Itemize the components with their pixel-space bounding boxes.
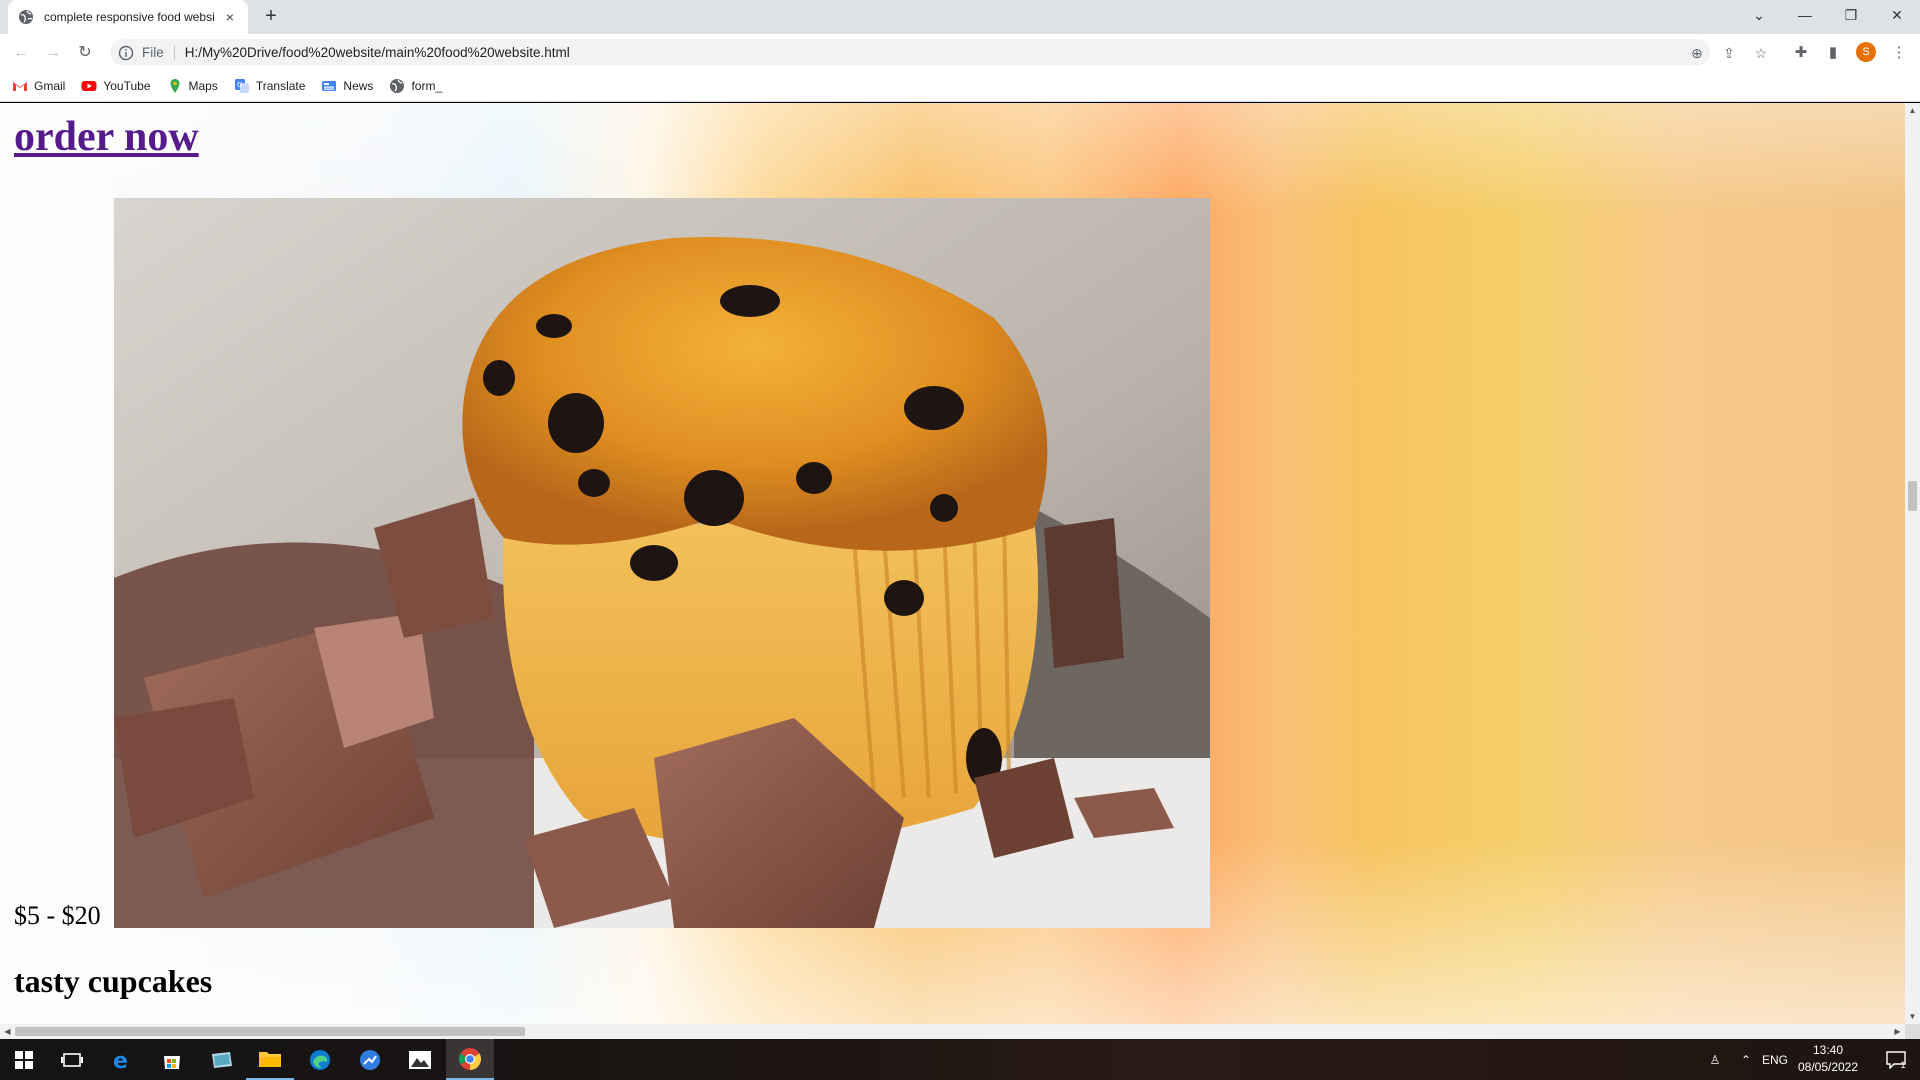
product-title: tasty cupcakes (14, 963, 213, 999)
bookmark-gmail[interactable]: Gmail (12, 78, 65, 94)
bookmark-label: News (343, 78, 374, 93)
bookmark-news[interactable]: News (321, 78, 373, 94)
store-icon[interactable] (148, 1039, 196, 1080)
bookmark-maps[interactable]: Maps (167, 78, 218, 94)
bookmark-label: Maps (188, 78, 218, 93)
scroll-down-arrow-icon[interactable]: ▼ (1905, 1009, 1920, 1024)
windows-taskbar: e ♙ ⌃ ENG 13:40 08/05/2022 1 (0, 1039, 1920, 1080)
news-icon (322, 80, 337, 91)
bookmark-label: YouTube (103, 78, 151, 93)
youtube-icon (81, 80, 97, 91)
clock[interactable]: 13:40 08/05/2022 (1790, 1042, 1866, 1076)
scroll-right-arrow-icon[interactable]: ▶ (1890, 1024, 1905, 1039)
notification-count: 1 (1900, 1059, 1906, 1070)
extensions-icon[interactable]: ✚ (1790, 42, 1812, 64)
minimize-button[interactable]: — (1782, 0, 1828, 30)
mail-icon[interactable] (198, 1039, 246, 1080)
forward-arrow-icon[interactable]: → (42, 42, 64, 64)
language-indicator[interactable]: ENG (1760, 1039, 1790, 1080)
maps-icon (170, 78, 179, 93)
bookmark-translate[interactable]: G Translate (234, 78, 306, 94)
clock-date: 08/05/2022 (1797, 1060, 1859, 1074)
start-icon[interactable] (0, 1039, 48, 1080)
vertical-scrollbar[interactable]: ▲ ▼ (1905, 103, 1920, 1024)
profile-avatar[interactable]: S (1856, 42, 1876, 62)
bookmark-label: Gmail (34, 78, 66, 93)
zoom-icon[interactable]: ⊕ (1686, 42, 1708, 64)
bookmark-star-icon[interactable]: ☆ (1750, 42, 1772, 64)
tab-strip: complete responsive food websi × + ⌄ — ❐… (0, 0, 1920, 34)
tab-title: complete responsive food websi (44, 10, 215, 24)
show-hidden-icons-chevron-icon[interactable]: ⌃ (1734, 1039, 1758, 1080)
task-view-icon[interactable] (48, 1039, 96, 1080)
browser-tab[interactable]: complete responsive food websi × (8, 0, 248, 34)
tab-search-icon[interactable]: ⌄ (1736, 0, 1782, 30)
edge-legacy-icon[interactable]: e (98, 1039, 146, 1080)
back-arrow-icon[interactable]: ← (10, 42, 32, 64)
order-now-link[interactable]: order now (14, 113, 199, 161)
gmail-icon (13, 81, 27, 91)
restore-button[interactable]: ❐ (1828, 0, 1874, 30)
edge-icon[interactable] (296, 1039, 344, 1080)
globe-icon (19, 10, 33, 24)
globe-icon (390, 78, 405, 93)
scroll-left-arrow-icon[interactable]: ◀ (0, 1024, 15, 1039)
horizontal-scrollbar[interactable]: ◀ ▶ (0, 1024, 1905, 1039)
url-text[interactable]: H:/My%20Drive/food%20website/main%20food… (185, 45, 570, 60)
info-icon[interactable] (118, 45, 134, 61)
price-text: $5 - $20 (14, 901, 101, 930)
cupcake-image (114, 198, 1210, 928)
close-window-button[interactable]: ✕ (1874, 0, 1920, 30)
clock-time: 13:40 (1812, 1043, 1844, 1057)
photos-icon[interactable] (396, 1039, 444, 1080)
bookmark-label: form_ (411, 78, 443, 93)
svg-text:G: G (237, 81, 242, 89)
svg-text:e: e (113, 1049, 128, 1072)
scroll-up-arrow-icon[interactable]: ▲ (1905, 103, 1920, 118)
browser-toolbar: ← → ↻ File H:/My%20Drive/food%20website/… (0, 34, 1920, 70)
people-icon[interactable]: ♙ (1700, 1039, 1730, 1080)
horizontal-scroll-thumb[interactable] (15, 1027, 525, 1036)
menu-kebab-icon[interactable]: ⋮ (1888, 42, 1910, 64)
bookmark-form[interactable]: form_ (389, 78, 442, 94)
new-tab-button[interactable]: + (260, 6, 282, 28)
close-tab-icon[interactable]: × (222, 9, 238, 25)
vertical-scroll-thumb[interactable] (1908, 481, 1917, 511)
bookmark-youtube[interactable]: YouTube (81, 78, 151, 94)
bookmarks-bar: Gmail YouTube Maps G Translate News form… (0, 70, 1920, 102)
scrollbar-corner (1905, 1024, 1920, 1039)
translate-icon: G (234, 78, 249, 93)
bookmark-label: Translate (255, 78, 306, 93)
cupcake-photo (114, 198, 1210, 928)
notification-center-icon[interactable]: 1 (1876, 1039, 1916, 1080)
url-scheme-label: File (142, 45, 175, 60)
address-bar[interactable]: File H:/My%20Drive/food%20website/main%2… (110, 39, 1767, 66)
side-panel-icon[interactable]: ▮ (1822, 42, 1844, 64)
page-viewport: order now $5 - $20 tasty cupcakes (0, 103, 1905, 1024)
file-explorer-icon[interactable] (246, 1039, 294, 1080)
share-icon[interactable]: ⇪ (1718, 42, 1740, 64)
app-icon[interactable] (346, 1039, 394, 1080)
reload-icon[interactable]: ↻ (74, 42, 96, 64)
chrome-icon[interactable] (446, 1039, 494, 1080)
